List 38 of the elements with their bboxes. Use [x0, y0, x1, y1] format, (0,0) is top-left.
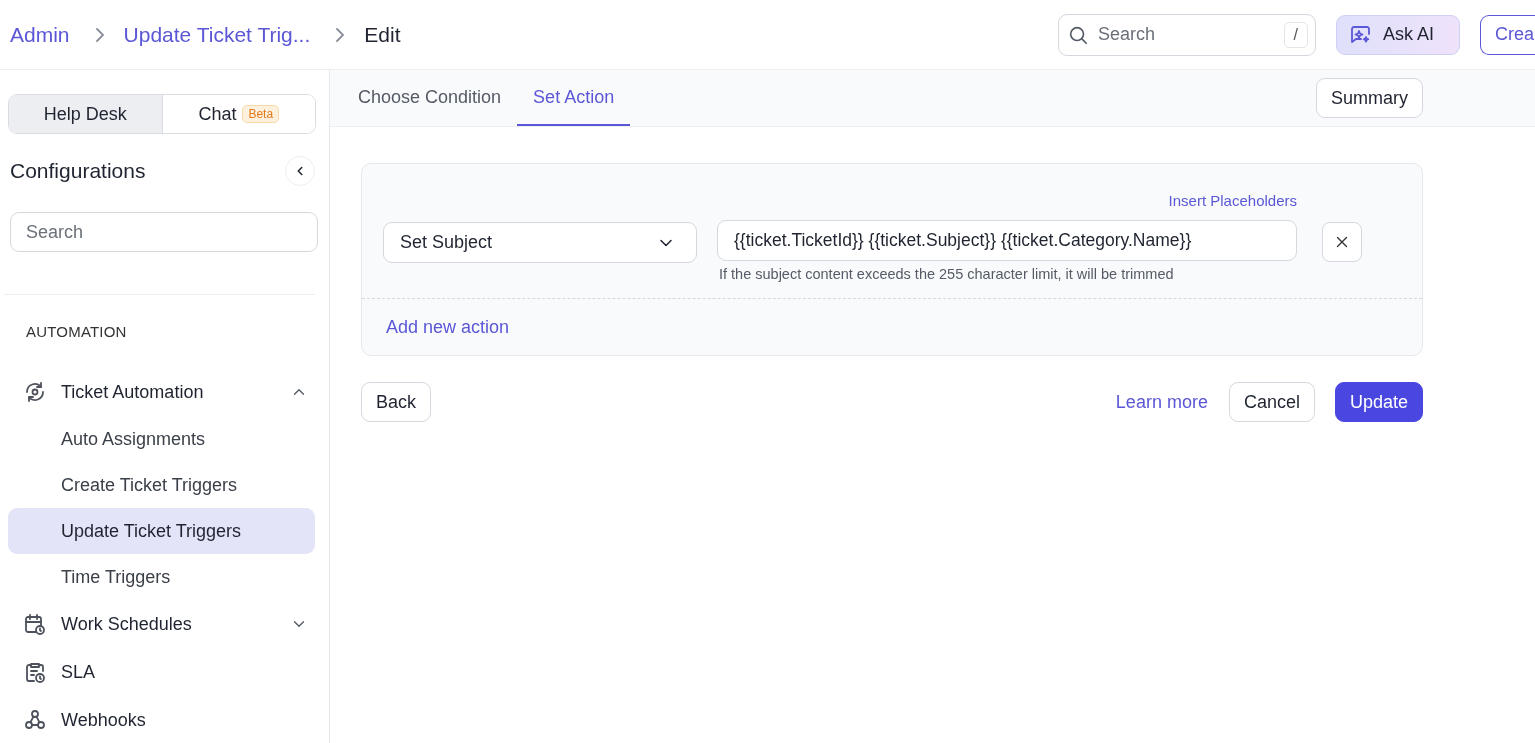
- nav-item[interactable]: Update Ticket Triggers: [8, 508, 315, 554]
- collapse-button[interactable]: [285, 156, 315, 186]
- nav-group-item[interactable]: Webhooks: [8, 696, 315, 743]
- beta-badge: Beta: [242, 105, 280, 123]
- nav-group-item[interactable]: Ticket Automation: [8, 368, 315, 416]
- breadcrumb-link[interactable]: Update Ticket Trig...: [123, 22, 311, 47]
- update-button[interactable]: Update: [1334, 382, 1423, 422]
- cancel-button[interactable]: Cancel: [1228, 382, 1315, 422]
- calendar-clock-icon: [23, 612, 47, 636]
- hint-text: If the subject content exceeds the 255 character limit, it will be trimmed: [719, 266, 1175, 282]
- add-action-link[interactable]: Add new action: [386, 317, 510, 337]
- chevron-right-icon: [95, 27, 104, 42]
- section-heading: AUTOMATION: [26, 323, 128, 340]
- nav-item[interactable]: Create Ticket Triggers: [8, 462, 315, 508]
- step-tab[interactable]: Choose Condition: [344, 70, 518, 126]
- remove-action-button[interactable]: [1322, 222, 1362, 262]
- search-field[interactable]: Search: [10, 212, 318, 252]
- mode-tab[interactable]: Help Desk: [9, 95, 163, 133]
- learn-more-link[interactable]: Learn more: [1115, 391, 1208, 413]
- sidebar-title: Configurations: [10, 159, 146, 183]
- webhook-icon: [23, 708, 47, 732]
- action-type-dropdown[interactable]: Set Subject: [383, 222, 697, 263]
- nav-item[interactable]: Auto Assignments: [8, 416, 315, 462]
- breadcrumb-link[interactable]: Admin: [10, 22, 70, 47]
- create-button[interactable]: Crea: [1480, 14, 1535, 55]
- chevron-right-icon: [336, 27, 345, 42]
- breadcrumb-current: Edit: [364, 22, 401, 47]
- summary-button[interactable]: Summary: [1316, 78, 1423, 118]
- back-button[interactable]: Back: [361, 382, 432, 422]
- step-tab[interactable]: Set Action: [517, 70, 631, 126]
- nav-group-item[interactable]: SLA: [8, 648, 315, 696]
- insert-placeholders-link[interactable]: Insert Placeholders: [1168, 192, 1297, 209]
- nav-group-item[interactable]: Work Schedules: [8, 600, 315, 648]
- ask-ai-button[interactable]: Ask AI: [1336, 14, 1460, 55]
- clipboard-clock-icon: [23, 660, 47, 684]
- gear-cycle-icon: [23, 380, 47, 404]
- subject-input[interactable]: {{ticket.TicketId}} {{ticket.Subject}} {{ticket.Category.Name}}: [717, 220, 1297, 261]
- nav-item[interactable]: Time Triggers: [8, 554, 315, 600]
